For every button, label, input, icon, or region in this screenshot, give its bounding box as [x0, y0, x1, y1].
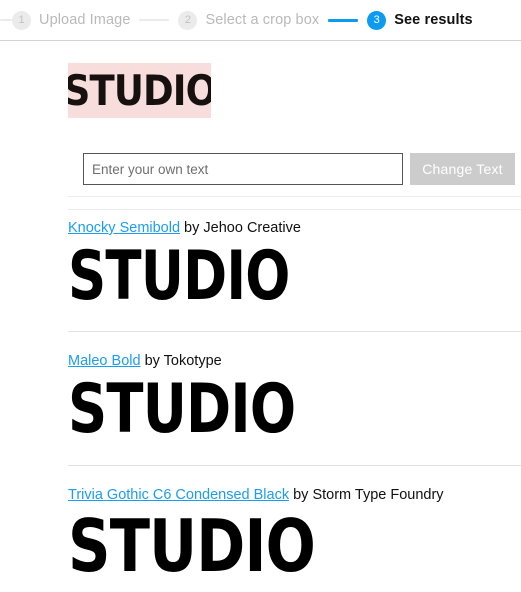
font-result-1: Knocky Semibold by Jehoo Creative STUDIO — [68, 219, 521, 311]
stepper-rail-start — [0, 19, 12, 21]
divider-above-form-bottom — [68, 209, 521, 210]
stepper-step-1[interactable]: 1 Upload Image — [12, 10, 130, 30]
stepper-step-3-bullet[interactable]: 3 — [367, 10, 387, 30]
font-result-3: Trivia Gothic C6 Condensed Black by Stor… — [68, 486, 521, 582]
font-result-2-sample: STUDIO — [68, 370, 296, 449]
font-result-3-sample: STUDIO — [68, 504, 316, 588]
divider-result-2-3 — [68, 465, 521, 466]
font-result-1-sample: STUDIO — [68, 237, 290, 316]
font-result-1-meta: Knocky Semibold by Jehoo Creative — [68, 219, 521, 237]
change-text-button[interactable]: Change Text — [410, 153, 515, 185]
divider-result-1-2 — [68, 331, 521, 332]
stepper-step-1-bullet[interactable]: 1 — [12, 10, 31, 30]
font-result-3-foundry: by Storm Type Foundry — [289, 487, 444, 503]
change-text-form: Change Text — [83, 153, 515, 185]
stepper-step-3-label[interactable]: See results — [394, 12, 472, 28]
custom-text-input[interactable] — [83, 153, 403, 185]
font-result-2-link[interactable]: Maleo Bold — [68, 353, 141, 369]
crop-preview-image: STUDIO — [68, 63, 211, 118]
stepper-step-2-label[interactable]: Select a crop box — [205, 12, 319, 28]
divider-above-form-top — [68, 196, 521, 197]
font-result-1-foundry: by Jehoo Creative — [180, 220, 301, 236]
stepper-nav: 1 Upload Image 2 Select a crop box 3 See… — [0, 0, 521, 41]
font-result-2: Maleo Bold by Tokotype STUDIO — [68, 352, 521, 444]
stepper-rail-2-3 — [328, 18, 359, 22]
stepper-rail-1-2 — [139, 19, 170, 21]
font-result-3-meta: Trivia Gothic C6 Condensed Black by Stor… — [68, 486, 521, 504]
font-result-2-meta: Maleo Bold by Tokotype — [68, 352, 521, 370]
font-result-2-foundry: by Tokotype — [140, 353, 222, 369]
font-result-1-link[interactable]: Knocky Semibold — [68, 220, 180, 236]
stepper-step-2[interactable]: 2 Select a crop box — [178, 10, 319, 30]
font-result-3-link[interactable]: Trivia Gothic C6 Condensed Black — [68, 487, 289, 503]
stepper-step-2-bullet[interactable]: 2 — [178, 10, 198, 30]
crop-preview-text: STUDIO — [68, 65, 211, 115]
stepper-step-3[interactable]: 3 See results — [367, 10, 473, 30]
stepper-step-1-label[interactable]: Upload Image — [39, 12, 130, 28]
